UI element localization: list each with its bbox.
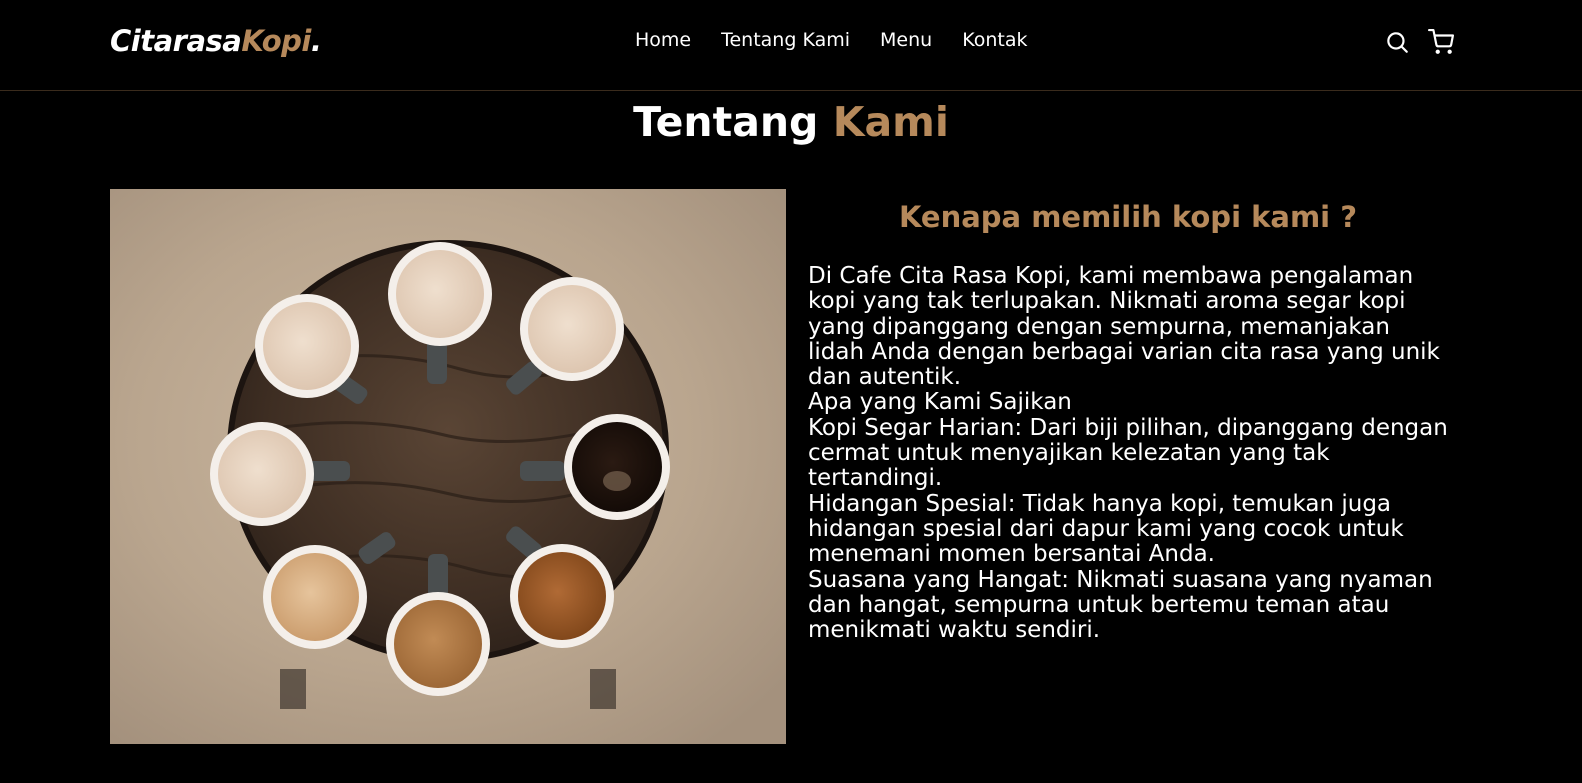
- about-intro-paragraph: Di Cafe Cita Rasa Kopi, kami membawa pen…: [808, 263, 1440, 391]
- about-image: [110, 189, 786, 744]
- about-subheading: Apa yang Kami Sajikan: [808, 389, 1072, 416]
- logo-dot: .: [310, 24, 322, 58]
- nav-link-home[interactable]: Home: [635, 29, 691, 51]
- about-item-hidangan-spesial: Hidangan Spesial: Tidak hanya kopi, temu…: [808, 490, 1404, 568]
- brand-logo[interactable]: CitarasaKopi.: [110, 24, 322, 58]
- nav-icons: [1384, 29, 1454, 55]
- about-content: Kenapa memilih kopi kami ? Di Cafe Cita …: [808, 200, 1448, 643]
- about-heading: Kenapa memilih kopi kami ?: [898, 200, 1358, 234]
- nav-link-menu[interactable]: Menu: [880, 29, 932, 51]
- section-title-main: Tentang: [633, 98, 819, 146]
- logo-text-main: Citarasa: [110, 24, 242, 58]
- about-item-kopi-segar: Kopi Segar Harian: Dari biji pilihan, di…: [808, 414, 1448, 492]
- logo-text-accent: Kopi: [241, 24, 311, 58]
- section-title: Tentang Kami: [0, 98, 1582, 146]
- about-item-suasana: Suasana yang Hangat: Nikmati suasana yan…: [808, 566, 1433, 644]
- nav-link-kontak[interactable]: Kontak: [962, 29, 1027, 51]
- nav-links: Home Tentang Kami Menu Kontak: [635, 29, 1057, 51]
- about-text: Di Cafe Cita Rasa Kopi, kami membawa pen…: [808, 263, 1448, 644]
- shopping-cart-icon[interactable]: [1428, 29, 1454, 55]
- search-icon[interactable]: [1384, 29, 1410, 55]
- nav-link-tentang-kami[interactable]: Tentang Kami: [721, 29, 850, 51]
- section-title-accent: Kami: [832, 98, 949, 146]
- navbar: CitarasaKopi. Home Tentang Kami Menu Kon…: [0, 0, 1582, 91]
